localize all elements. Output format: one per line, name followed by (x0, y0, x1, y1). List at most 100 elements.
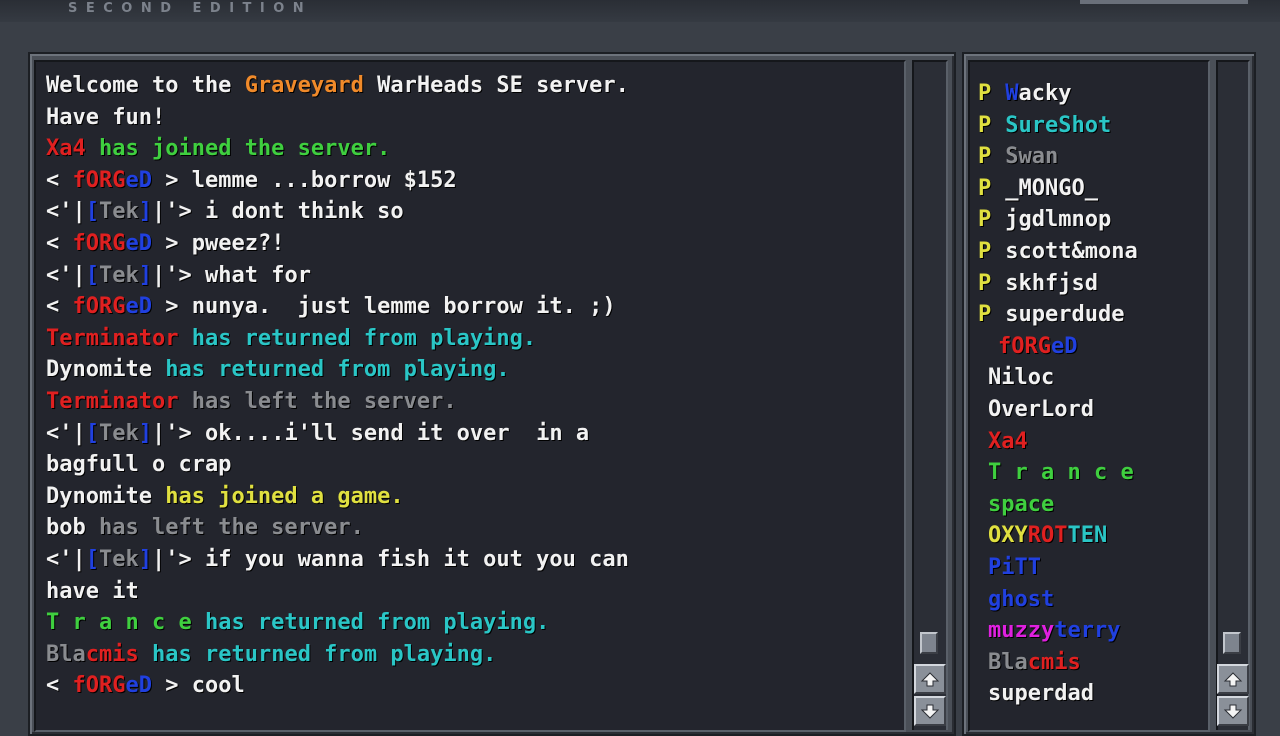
player-entry[interactable]: Psuperdude (978, 299, 1124, 330)
chat-text-segment: |'> ok....i'll send it over in a (152, 420, 590, 446)
chat-message: < fORGeD > nunya. just lemme borrow it. … (46, 291, 616, 322)
player-entry[interactable]: Niloc (988, 362, 1054, 393)
chat-message: <'|[Tek]|'> what for (46, 260, 311, 291)
chat-message: <'|[Tek]|'> ok....i'll send it over in a (46, 418, 589, 449)
chat-text-segment: has returned from playing. (138, 641, 497, 667)
player-name-segment: SureShot (1005, 112, 1112, 138)
chat-message: Blacmis has returned from playing. (46, 639, 496, 670)
player-name-segment: OverLord (988, 397, 1094, 422)
player-entry[interactable]: superdad (988, 678, 1094, 709)
chat-text-segment: c (85, 641, 99, 667)
player-name-segment: skhfjsd (1005, 270, 1098, 296)
player-name-segment: _MONGO_ (1005, 175, 1098, 201)
arrow-up-icon (1223, 672, 1243, 687)
chat-text-segment: fORG (72, 294, 126, 320)
chat-text-segment: has left the server. (85, 515, 364, 541)
chat-text-segment: ] (138, 547, 152, 572)
chat-text-segment: has returned from playing. (151, 357, 510, 383)
chat-text-segment: Xa4 (46, 136, 86, 162)
chat-text-segment: > lemme ...borrow $152 (151, 167, 457, 193)
chat-message: T r a n c e has returned from playing. (46, 607, 549, 638)
player-name-segment: terry (1054, 618, 1121, 644)
player-list: P Wacky P SureShot P Swan P _MONGO_ Pjgdlmnop Psc… (968, 60, 1210, 732)
chat-message: Terminator has returned from playing. (46, 323, 536, 354)
player-name-segment: ghost (988, 586, 1055, 612)
player-entry[interactable]: T r a n c e (988, 457, 1134, 488)
player-name-segment: Swan (1005, 144, 1059, 170)
chat-scroll-down-button[interactable] (914, 696, 946, 726)
player-status-marker: P (978, 207, 992, 233)
player-name-segment: space (988, 491, 1055, 517)
chat-text-segment: Terminator (46, 389, 179, 414)
chat-text-segment: < (46, 167, 73, 193)
chat-text-segment: [ (85, 547, 99, 572)
edition-label: SECOND EDITION (68, 1, 313, 16)
chat-text-segment: |'> what for (152, 262, 311, 288)
chat-text-segment: eD (125, 673, 152, 699)
player-status-marker: P (978, 112, 992, 138)
chat-text-segment: has returned from playing. (191, 610, 550, 636)
player-status-marker: P (978, 144, 992, 170)
player-entry[interactable]: PiTT (988, 552, 1041, 583)
chat-scroll-thumb[interactable] (920, 632, 938, 654)
player-name-segment: fORG (998, 333, 1051, 359)
chat-text-segment: T r a n c e (46, 610, 192, 636)
player-status-marker: P (978, 175, 992, 201)
player-entry[interactable]: OXYROTTEN (988, 520, 1107, 551)
player-entry[interactable]: muzzyterry (988, 615, 1120, 646)
player-entry[interactable]: Pjgdlmnop (978, 204, 1111, 235)
chat-message: bagfull o crap (46, 449, 231, 480)
chat-text-segment: eD (125, 294, 152, 320)
player-entry[interactable]: Pskhfjsd (978, 268, 1098, 299)
title-bar: SECOND EDITION (0, 0, 1280, 22)
chat-message: Xa4 has joined the server. (46, 133, 390, 164)
player-name-segment: OXY (988, 523, 1028, 549)
player-name-segment: T r a n c e (988, 460, 1134, 486)
chat-scroll-up-button[interactable] (914, 664, 946, 694)
chat-text-segment: |'> i dont think so (152, 199, 404, 225)
title-bar-button[interactable] (1080, 0, 1248, 4)
chat-text-segment: eD (125, 231, 152, 256)
player-entry[interactable]: space (988, 489, 1054, 520)
player-name-segment: superdad (988, 681, 1094, 707)
chat-text-segment: Have fun! (46, 104, 166, 130)
chat-text-segment: has left the server. (178, 389, 457, 414)
player-entry[interactable]: P _MONGO_ (978, 173, 1098, 204)
player-name-segment: W (1005, 81, 1019, 106)
chat-text-segment: Terminator (46, 325, 179, 351)
player-scroll-thumb[interactable] (1223, 632, 1241, 654)
chat-text-segment: <'| (46, 199, 86, 225)
player-entry[interactable]: Blacmis (988, 647, 1081, 678)
player-entry[interactable]: Pscott&mona (978, 236, 1138, 267)
chat-text-segment: ] (138, 262, 152, 288)
chat-message: bob has left the server. (46, 512, 364, 543)
player-scroll-up-button[interactable] (1217, 664, 1249, 694)
chat-message: Dynomite has joined a game. (46, 481, 404, 512)
player-entry[interactable]: fORGeD (998, 331, 1077, 362)
player-entry[interactable]: OverLord (988, 394, 1094, 425)
chat-text-segment: fORG (72, 231, 126, 256)
arrow-down-icon (920, 704, 940, 719)
chat-scrollbar[interactable] (912, 60, 948, 730)
chat-text-segment: > nunya. just lemme borrow it. ;) (151, 294, 616, 320)
chat-text-segment: fORG (72, 673, 126, 699)
chat-message: < fORGeD > lemme ...borrow $152 (46, 165, 457, 196)
chat-text-segment: <'| (46, 262, 86, 288)
chat-text-segment: <'| (46, 547, 86, 572)
player-scrollbar[interactable] (1216, 60, 1250, 730)
chat-message: Terminator has left the server. (46, 386, 457, 417)
player-entry[interactable]: P SureShot (978, 110, 1111, 141)
chat-text-segment: Tek (99, 262, 139, 288)
chat-text-segment: has joined a game. (151, 483, 404, 509)
chat-text-segment: Tek (99, 420, 139, 446)
player-name-segment: PiTT (988, 555, 1041, 580)
player-scroll-down-button[interactable] (1217, 696, 1249, 726)
player-entry[interactable]: P Wacky (978, 78, 1071, 109)
chat-text-segment: ] (138, 199, 152, 225)
chat-text-segment: Dynomite (46, 357, 152, 383)
chat-text-segment: > pweez?! (151, 231, 285, 256)
chat-text-segment: Dynomite (46, 483, 152, 509)
player-entry[interactable]: Xa4 (988, 426, 1028, 457)
player-entry[interactable]: P Swan (978, 141, 1058, 172)
player-entry[interactable]: ghost (988, 584, 1054, 615)
